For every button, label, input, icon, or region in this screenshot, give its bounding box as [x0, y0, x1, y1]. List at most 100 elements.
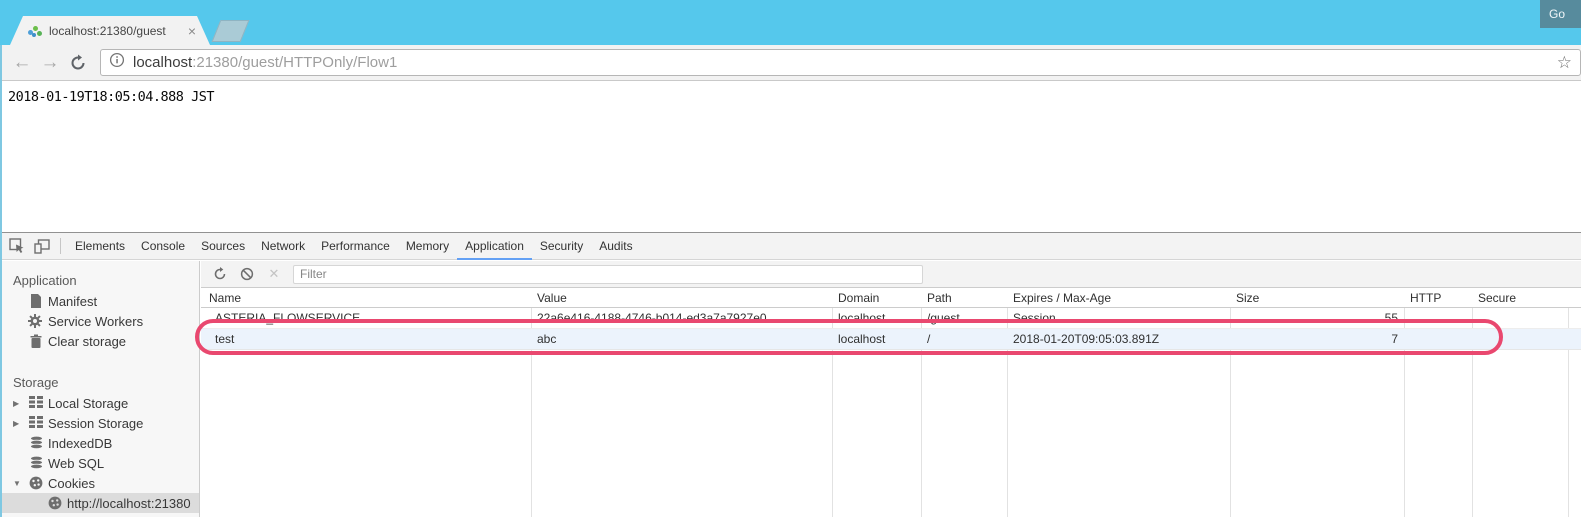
- column-header-size[interactable]: Size: [1230, 288, 1404, 307]
- sidebar-item-label: Session Storage: [48, 415, 144, 431]
- cookies-table: Name Value Domain Path Expires / Max-Age…: [201, 288, 1581, 517]
- inspect-element-icon[interactable]: [9, 238, 25, 254]
- window-edge: [0, 45, 2, 517]
- sidebar-item-label: Service Workers: [48, 313, 144, 329]
- table-row-test[interactable]: test abc localhost / 2018-01-20T09:05:03…: [201, 329, 1581, 350]
- tab-title: localhost:21380/guest: [49, 23, 166, 38]
- sidebar-item-label: Clear storage: [48, 333, 127, 349]
- column-header-secure[interactable]: Secure: [1472, 288, 1568, 307]
- info-icon[interactable]: [109, 52, 125, 73]
- sidebar-item-label: http://localhost:21380: [67, 495, 191, 511]
- cookie-expires: Session: [1013, 311, 1056, 325]
- cookie-http: [1404, 308, 1472, 328]
- devtools-tab-network[interactable]: Network: [253, 233, 313, 259]
- cookies-pane: ✕ Name Value Domain Path Expires / Max-A…: [201, 261, 1581, 517]
- cookie-size: 55: [1384, 311, 1398, 325]
- reload-button-icon[interactable]: [64, 54, 92, 72]
- column-header-value[interactable]: Value: [531, 288, 832, 307]
- tab-close-icon[interactable]: ×: [188, 24, 196, 38]
- expander-expanded-icon[interactable]: ▼: [13, 479, 21, 488]
- sidebar-item-service-workers[interactable]: Service Workers: [0, 311, 199, 331]
- sidebar-section-storage: Storage: [13, 375, 59, 390]
- cookies-toolbar: ✕: [201, 261, 1581, 288]
- devtools-tab-memory[interactable]: Memory: [398, 233, 457, 259]
- filter-input[interactable]: [293, 264, 923, 284]
- url-bar[interactable]: localhost:21380/guest/HTTPOnly/Flow1 ☆: [100, 49, 1581, 76]
- sidebar-item-label: IndexedDB: [48, 435, 113, 451]
- sidebar-item-label: Cookies: [48, 475, 95, 491]
- refresh-icon[interactable]: [212, 266, 228, 282]
- devtools-tab-console[interactable]: Console: [133, 233, 193, 259]
- expander-collapsed-icon[interactable]: ▶: [13, 399, 19, 408]
- devtools-tab-elements[interactable]: Elements: [67, 233, 133, 259]
- page-timestamp: 2018-01-19T18:05:04.888 JST: [8, 89, 214, 105]
- sidebar-item-label: Local Storage: [48, 395, 129, 411]
- cookie-expires: 2018-01-20T09:05:03.891Z: [1013, 332, 1160, 346]
- sidebar-item-manifest[interactable]: Manifest: [0, 291, 199, 311]
- window-corner-label: Go: [1549, 7, 1566, 21]
- cookie-domain: localhost: [838, 311, 886, 325]
- cookie-icon: [29, 476, 43, 490]
- delete-selected-icon[interactable]: ✕: [266, 266, 282, 282]
- sidebar-item-indexeddb[interactable]: IndexedDB: [0, 433, 199, 453]
- manifest-icon: [30, 294, 44, 308]
- cookie-value: 22a6e416-4188-4746-b014-ed3a7a7927e0: [537, 311, 767, 325]
- cookie-secure: [1472, 329, 1568, 349]
- sidebar-item-session-storage[interactable]: ▶ Session Storage: [0, 413, 199, 433]
- sidebar-item-cookies[interactable]: ▼ Cookies: [0, 473, 199, 493]
- device-toolbar-icon[interactable]: [34, 238, 50, 254]
- browser-tab[interactable]: localhost:21380/guest ×: [10, 16, 210, 45]
- cookie-path: /: [927, 332, 931, 346]
- new-tab-button[interactable]: [211, 20, 250, 42]
- browser-toolbar: ← → localhost:21380/guest/HTTPOnly/Flow1…: [0, 45, 1581, 81]
- storage-table-icon: [29, 396, 43, 410]
- window-corner-button[interactable]: Go: [1540, 0, 1581, 28]
- trash-icon: [30, 334, 44, 348]
- database-icon: [30, 435, 44, 450]
- devtools-tab-application[interactable]: Application: [457, 233, 532, 260]
- url-path: :21380/guest/HTTPOnly/Flow1: [192, 54, 398, 71]
- forward-button-icon[interactable]: →: [36, 53, 64, 72]
- sidebar-item-clear-storage[interactable]: Clear storage: [0, 331, 199, 351]
- cookie-domain: localhost: [838, 332, 886, 346]
- back-button-icon[interactable]: ←: [8, 53, 36, 72]
- url-text: localhost:21380/guest/HTTPOnly/Flow1: [133, 54, 397, 71]
- page-content: 2018-01-19T18:05:04.888 JST: [0, 81, 1581, 232]
- cookie-name: test: [215, 332, 235, 346]
- column-header-domain[interactable]: Domain: [832, 288, 921, 307]
- sidebar-item-web-sql[interactable]: Web SQL: [0, 453, 199, 473]
- gear-icon: [28, 314, 42, 328]
- cookie-http: [1404, 329, 1472, 349]
- browser-titlebar: localhost:21380/guest × Go: [0, 0, 1581, 45]
- expander-collapsed-icon[interactable]: ▶: [13, 419, 19, 428]
- application-sidebar: Application Manifest Service Workers Cle…: [0, 261, 200, 517]
- sidebar-item-label: Web SQL: [48, 455, 105, 471]
- browser-window: localhost:21380/guest × Go ← → localhost…: [0, 0, 1581, 517]
- column-header-path[interactable]: Path: [921, 288, 1007, 307]
- devtools-tab-sources[interactable]: Sources: [193, 233, 253, 259]
- devtools-tab-audits[interactable]: Audits: [591, 233, 640, 259]
- database-icon: [30, 455, 44, 470]
- column-header-http[interactable]: HTTP: [1404, 288, 1472, 307]
- cookie-name: ASTERIA_FLOWSERVICE: [215, 311, 361, 325]
- devtools-panel: Elements Console Sources Network Perform…: [0, 232, 1581, 517]
- cookie-size: 7: [1391, 332, 1398, 346]
- devtools-tab-performance[interactable]: Performance: [313, 233, 398, 259]
- site-favicon-icon: [28, 24, 43, 38]
- sidebar-item-cookie-origin[interactable]: http://localhost:21380: [0, 493, 199, 513]
- url-host: localhost: [133, 54, 193, 71]
- cookie-value: abc: [537, 332, 557, 346]
- sidebar-section-application: Application: [13, 273, 77, 288]
- cookie-icon: [48, 496, 62, 510]
- table-row-asteria-flowservice[interactable]: ASTERIA_FLOWSERVICE 22a6e416-4188-4746-b…: [201, 308, 1581, 329]
- bookmark-star-icon[interactable]: ☆: [1557, 53, 1572, 73]
- devtools-tab-security[interactable]: Security: [532, 233, 591, 259]
- devtools-tabbar: Elements Console Sources Network Perform…: [0, 233, 1581, 260]
- sidebar-item-local-storage[interactable]: ▶ Local Storage: [0, 393, 199, 413]
- storage-table-icon: [29, 416, 43, 430]
- clear-all-icon[interactable]: [239, 266, 255, 282]
- column-header-name[interactable]: Name: [201, 288, 531, 307]
- cookie-secure: [1472, 308, 1568, 328]
- sidebar-item-label: Manifest: [48, 293, 98, 309]
- column-header-expires[interactable]: Expires / Max-Age: [1007, 288, 1230, 307]
